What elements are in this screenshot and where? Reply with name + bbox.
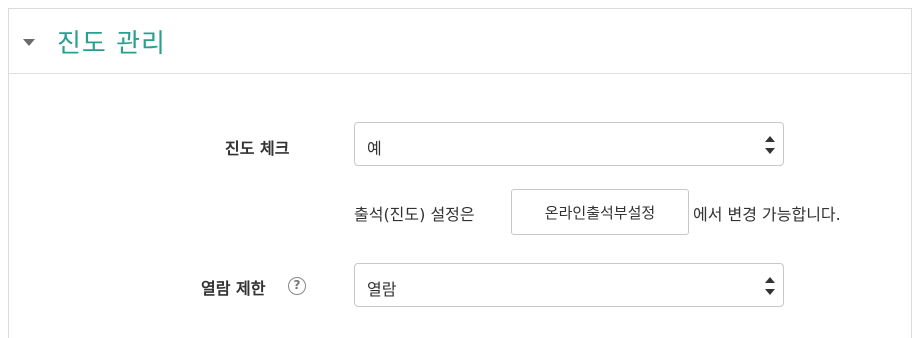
view-restriction-value: 열람 xyxy=(367,280,397,299)
view-restriction-label: 열람 제한 xyxy=(201,279,266,298)
progress-check-select[interactable]: 예 xyxy=(354,122,784,166)
progress-check-label: 진도 체크 xyxy=(225,139,290,158)
collapse-caret-icon[interactable] xyxy=(19,31,41,53)
progress-check-value: 예 xyxy=(367,139,382,158)
attendance-note-suffix: 에서 변경 가능합니다. xyxy=(693,205,841,224)
select-arrows-icon xyxy=(765,276,775,296)
section-header[interactable]: 진도 관리 xyxy=(9,9,911,74)
online-attendance-settings-button[interactable]: 온라인출석부설정 xyxy=(511,189,689,235)
view-restriction-select[interactable]: 열람 xyxy=(354,263,784,307)
select-arrows-icon xyxy=(765,135,775,155)
attendance-note-prefix: 출석(진도) 설정은 xyxy=(354,205,475,224)
help-icon[interactable]: ? xyxy=(288,277,306,295)
section-title: 진도 관리 xyxy=(57,29,166,59)
progress-management-panel: 진도 관리 진도 체크 예 출석(진도) 설정은 온라인출석부설정 에서 변경 … xyxy=(8,8,912,338)
